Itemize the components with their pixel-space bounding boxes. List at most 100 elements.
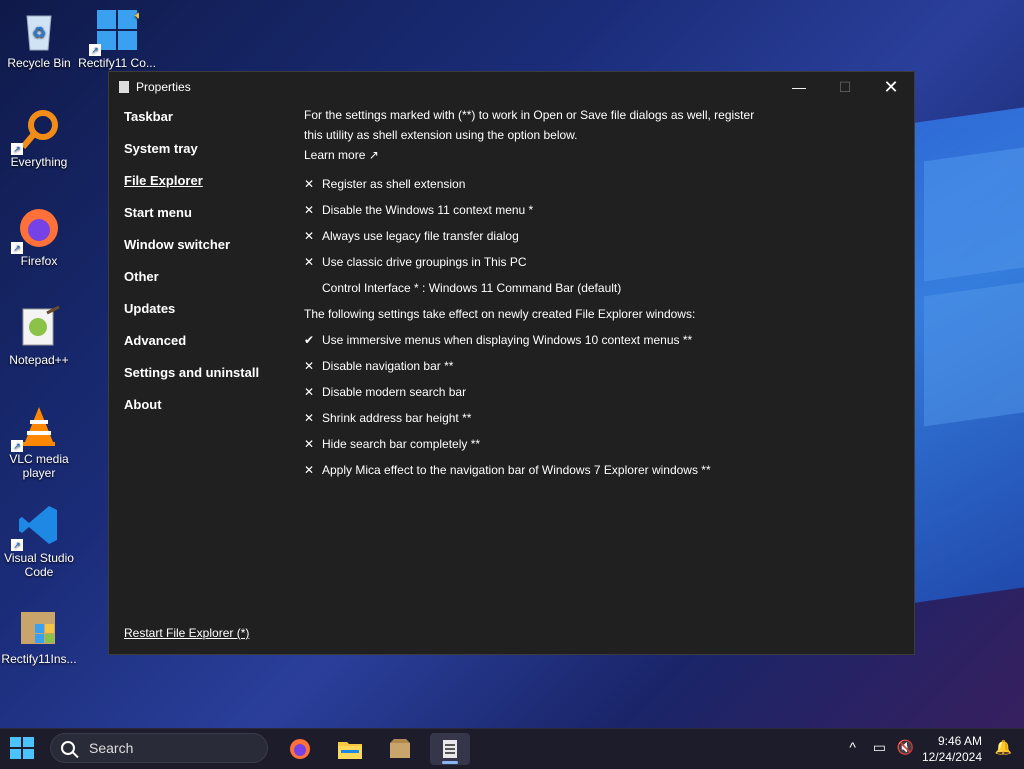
properties-app-icon bbox=[443, 740, 457, 758]
option-shrink-address-bar[interactable]: ✕ Shrink address bar height ** bbox=[304, 405, 884, 431]
option-disable-modern-search-bar[interactable]: ✕ Disable modern search bar bbox=[304, 379, 884, 405]
option-legacy-file-transfer-dialog[interactable]: ✕ Always use legacy file transfer dialog bbox=[304, 223, 884, 249]
desktop-icon-label: Recycle Bin bbox=[7, 56, 71, 70]
recycle-bin-icon: ♻ bbox=[17, 8, 61, 52]
desktop-icon-firefox[interactable]: ↗ Firefox bbox=[0, 206, 78, 268]
desktop-icon-rectify11-installer[interactable]: Rectify11Ins... bbox=[0, 604, 78, 666]
sidebar-item-settings-and-uninstall[interactable]: Settings and uninstall bbox=[124, 364, 284, 396]
option-label: Disable modern search bar bbox=[322, 385, 467, 399]
properties-app-icon bbox=[119, 81, 129, 93]
x-mark-icon: ✕ bbox=[304, 359, 315, 373]
sidebar-item-start-menu[interactable]: Start menu bbox=[124, 204, 284, 236]
close-button[interactable]: ✕ bbox=[868, 72, 914, 102]
option-register-shell-extension[interactable]: ✕ Register as shell extension bbox=[304, 171, 884, 197]
option-label: Use immersive menus when displaying Wind… bbox=[322, 333, 693, 347]
shortcut-arrow-icon: ↗ bbox=[11, 242, 23, 254]
option-label: Use classic drive groupings in This PC bbox=[322, 255, 527, 269]
sidebar-item-about[interactable]: About bbox=[124, 396, 284, 428]
sidebar-item-taskbar[interactable]: Taskbar bbox=[124, 108, 284, 140]
file-explorer-icon bbox=[338, 742, 362, 759]
desktop-icon-label: Rectify11 Co... bbox=[78, 56, 156, 70]
windows-logo-icon bbox=[10, 737, 21, 747]
desktop-icon-rectify11[interactable]: ✦ ↗ Rectify11 Co... bbox=[78, 8, 156, 70]
desktop-icon-recycle-bin[interactable]: ♻ Recycle Bin bbox=[0, 8, 78, 70]
clock[interactable]: 9:46 AM 12/24/2024 bbox=[902, 733, 982, 765]
option-label: Disable navigation bar ** bbox=[322, 359, 454, 373]
section-heading: The following settings take effect on ne… bbox=[304, 307, 696, 321]
sidebar-item-system-tray[interactable]: System tray bbox=[124, 140, 284, 172]
settings-content: For the settings marked with (**) to wor… bbox=[304, 105, 884, 483]
taskbar: Search ^ ▭ 🔇 9:46 AM 12/24/2024 🔔 bbox=[0, 728, 1024, 769]
desktop-icon-label: Rectify11Ins... bbox=[1, 652, 77, 666]
clock-time: 9:46 AM bbox=[937, 734, 982, 748]
window-title: Properties bbox=[136, 80, 191, 94]
svg-text:✦: ✦ bbox=[133, 9, 139, 23]
desktop-icon-label: Firefox bbox=[20, 254, 58, 268]
option-label: Register as shell extension bbox=[322, 177, 466, 191]
option-label: Disable the Windows 11 context menu * bbox=[322, 203, 534, 217]
x-mark-icon: ✕ bbox=[304, 385, 315, 399]
x-mark-icon: ✕ bbox=[304, 177, 315, 191]
vlc-cone-icon: ↗ bbox=[11, 404, 61, 452]
taskbar-package[interactable] bbox=[380, 733, 420, 765]
search-placeholder: Search bbox=[89, 740, 134, 756]
x-mark-icon: ✕ bbox=[304, 437, 315, 451]
minimize-button[interactable]: — bbox=[776, 72, 822, 102]
shortcut-arrow-icon: ↗ bbox=[11, 539, 23, 551]
sidebar-item-window-switcher[interactable]: Window switcher bbox=[124, 236, 284, 268]
intro-text: For the settings marked with (**) to wor… bbox=[304, 108, 755, 142]
taskbar-search-box[interactable]: Search bbox=[50, 733, 268, 763]
taskbar-properties[interactable] bbox=[430, 733, 470, 765]
option-immersive-menus[interactable]: ✔ Use immersive menus when displaying Wi… bbox=[304, 327, 884, 353]
title-bar[interactable]: Properties — ☐ ✕ bbox=[109, 72, 914, 102]
active-app-indicator bbox=[442, 761, 458, 764]
option-disable-navigation-bar[interactable]: ✕ Disable navigation bar ** bbox=[304, 353, 884, 379]
x-mark-icon: ✕ bbox=[304, 411, 315, 425]
option-label: Always use legacy file transfer dialog bbox=[322, 229, 519, 243]
x-mark-icon: ✕ bbox=[304, 229, 315, 243]
shortcut-arrow-icon: ↗ bbox=[11, 440, 23, 452]
sidebar-item-file-explorer[interactable]: File Explorer bbox=[124, 172, 284, 204]
maximize-button[interactable]: ☐ bbox=[822, 72, 868, 102]
firefox-icon bbox=[290, 739, 310, 759]
desktop-icon-label: Everything bbox=[10, 155, 68, 169]
properties-window: Properties — ☐ ✕ Taskbar System tray Fil… bbox=[108, 71, 915, 655]
control-interface-dropdown[interactable]: Control Interface * : Windows 11 Command… bbox=[304, 275, 884, 301]
package-icon bbox=[390, 739, 410, 758]
sidebar-item-updates[interactable]: Updates bbox=[124, 300, 284, 332]
network-icon[interactable]: ▭ bbox=[873, 739, 886, 756]
sidebar-item-advanced[interactable]: Advanced bbox=[124, 332, 284, 364]
shortcut-arrow-icon: ↗ bbox=[11, 143, 23, 155]
windows-logo-icon: ✦ ↗ bbox=[89, 8, 143, 56]
x-mark-icon: ✕ bbox=[304, 255, 315, 269]
option-label: Apply Mica effect to the navigation bar … bbox=[322, 463, 711, 477]
learn-more-link[interactable]: Learn more ↗ bbox=[304, 145, 884, 165]
clock-date: 12/24/2024 bbox=[921, 750, 982, 764]
option-classic-drive-groupings[interactable]: ✕ Use classic drive groupings in This PC bbox=[304, 249, 884, 275]
option-mica-effect[interactable]: ✕ Apply Mica effect to the navigation ba… bbox=[304, 457, 884, 483]
desktop-icon-everything[interactable]: ↗ Everything bbox=[0, 107, 78, 169]
desktop-icon-label: Notepad++ bbox=[9, 353, 69, 367]
svg-text:♻: ♻ bbox=[32, 25, 46, 42]
desktop-icon-notepad-plus-plus[interactable]: Notepad++ bbox=[0, 305, 78, 367]
search-icon bbox=[61, 741, 75, 755]
desktop-icon-vscode[interactable]: ↗ Visual Studio Code bbox=[0, 503, 78, 579]
x-mark-icon: ✕ bbox=[304, 203, 315, 217]
desktop-icon-label: Visual Studio Code bbox=[4, 551, 74, 579]
firefox-icon: ↗ bbox=[11, 206, 61, 254]
shortcut-arrow-icon: ↗ bbox=[89, 44, 101, 56]
taskbar-firefox[interactable] bbox=[280, 733, 320, 765]
notepad-plus-plus-icon bbox=[17, 305, 61, 349]
installer-package-icon bbox=[17, 604, 61, 648]
taskbar-file-explorer[interactable] bbox=[330, 733, 370, 765]
option-disable-win11-context-menu[interactable]: ✕ Disable the Windows 11 context menu * bbox=[304, 197, 884, 223]
restart-file-explorer-link[interactable]: Restart File Explorer (*) bbox=[124, 626, 249, 640]
sidebar-item-other[interactable]: Other bbox=[124, 268, 284, 300]
desktop-icon-vlc[interactable]: ↗ VLC media player bbox=[0, 404, 78, 480]
start-button[interactable] bbox=[10, 737, 36, 761]
chevron-up-icon[interactable]: ^ bbox=[849, 739, 856, 755]
x-mark-icon: ✕ bbox=[304, 463, 315, 477]
option-hide-search-bar[interactable]: ✕ Hide search bar completely ** bbox=[304, 431, 884, 457]
option-label: Hide search bar completely ** bbox=[322, 437, 481, 451]
notification-bell-icon[interactable]: 🔔 bbox=[995, 739, 1012, 756]
